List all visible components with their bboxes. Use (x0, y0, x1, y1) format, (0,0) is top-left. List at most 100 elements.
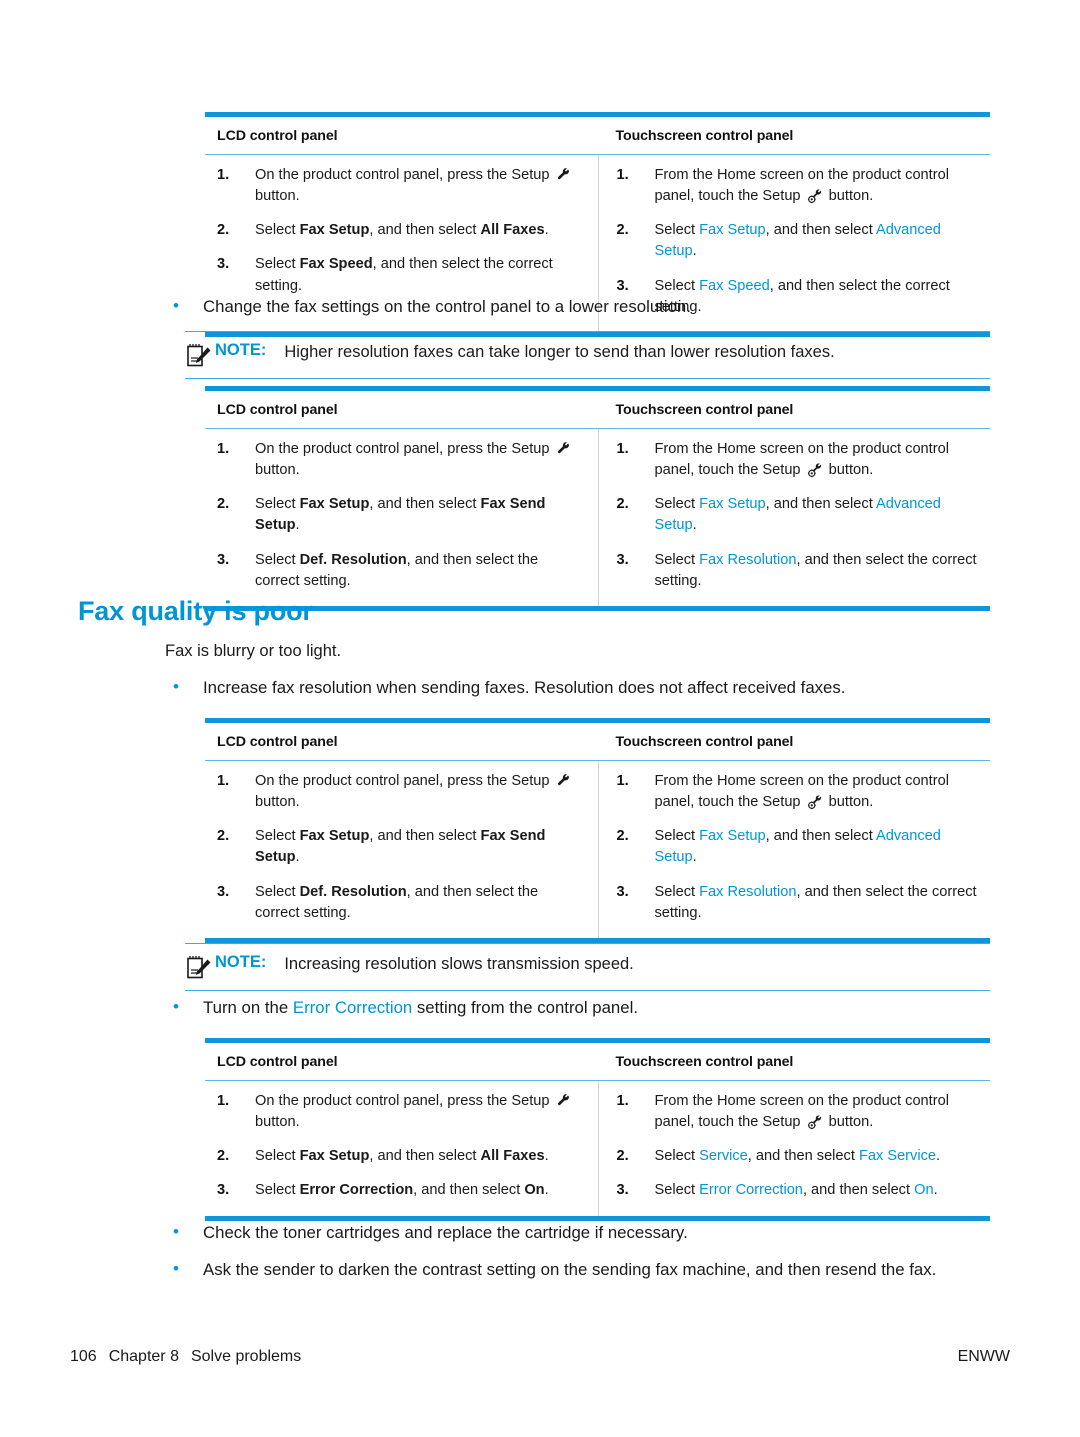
bullet-dot-icon: • (173, 1222, 179, 1241)
step-text: Select Fax Setup, and then select All Fa… (255, 222, 549, 239)
bullet-item-check-toner: • Check the toner cartridges and replace… (165, 1221, 995, 1244)
wrench-gear-icon (807, 1115, 821, 1130)
bullet-dot-icon: • (173, 296, 179, 315)
step-number: 2. (217, 1148, 230, 1165)
step-text: From the Home screen on the product cont… (654, 441, 949, 479)
step-text: On the product control panel, press the … (255, 439, 586, 481)
page-title-fax-quality: Fax quality is poor (78, 596, 313, 626)
step-item: 2. Select Service, and then select Fax S… (617, 1146, 979, 1167)
step-item: 2. Select Fax Setup, and then select All… (217, 220, 586, 241)
column-header-lcd: LCD control panel (217, 402, 338, 418)
step-item: 2. Select Fax Setup, and then select Fax… (217, 826, 586, 868)
notepad-pencil-icon (187, 344, 211, 367)
step-number: 2. (616, 1148, 629, 1165)
step-text: Select Fax Setup, and then select Advanc… (654, 222, 941, 260)
step-text: Select Fax Setup, and then select All Fa… (255, 1148, 549, 1165)
bullet-item-change-fax-settings: • Change the fax settings on the control… (165, 295, 995, 318)
intro-paragraph: Fax is blurry or too light. (165, 642, 342, 660)
table-body: 1. On the product control panel, press t… (205, 429, 990, 606)
step-number: 3. (616, 883, 629, 900)
bullet-item-darken-contrast: • Ask the sender to darken the contrast … (165, 1258, 1025, 1281)
step-number: 3. (217, 256, 230, 273)
bullet-item-error-correction: • Turn on the Error Correction setting f… (165, 996, 995, 1019)
note-box-transmission-speed: NOTE: Increasing resolution slows transm… (185, 943, 990, 991)
bullet-dot-icon: • (173, 997, 179, 1016)
step-item: 3. Select Def. Resolution, and then sele… (217, 882, 586, 924)
footer-page-number: 106 (70, 1348, 97, 1365)
wrench-icon (557, 168, 569, 180)
step-number: 3. (217, 1182, 230, 1199)
step-text: Select Fax Setup, and then select Fax Se… (255, 828, 546, 866)
lcd-steps-column: 1. On the product control panel, press t… (205, 429, 598, 606)
step-item: 1. From the Home screen on the product c… (617, 439, 979, 481)
step-number: 3. (616, 277, 629, 294)
note-label: NOTE: (215, 341, 267, 359)
column-header-touchscreen: Touchscreen control panel (615, 402, 794, 418)
bullet-label: Increase fax resolution when sending fax… (203, 678, 846, 697)
bullet-label: Change the fax settings on the control p… (203, 297, 691, 316)
step-item: 2. Select Fax Setup, and then select Adv… (617, 826, 979, 868)
note-label: NOTE: (215, 953, 267, 971)
step-text: From the Home screen on the product cont… (654, 773, 949, 811)
note-text: Increasing resolution slows transmission… (284, 955, 634, 973)
step-item: 1. On the product control panel, press t… (217, 771, 586, 813)
step-number: 2. (217, 828, 230, 845)
bullet-label: Ask the sender to darken the contrast se… (203, 1260, 937, 1279)
note-box-resolution-speed: NOTE: Higher resolution faxes can take l… (185, 331, 990, 379)
step-number: 1. (616, 1093, 629, 1109)
step-text: From the Home screen on the product cont… (654, 167, 949, 205)
bullet-link-error-correction: Error Correction (292, 998, 413, 1017)
footer-left-group: 106 Chapter 8 Solve problems (70, 1348, 301, 1366)
column-header-touchscreen: Touchscreen control panel (615, 734, 794, 750)
step-item: 2. Select Fax Setup, and then select Fax… (217, 494, 586, 536)
step-number: 2. (616, 222, 629, 239)
step-number: 3. (217, 551, 230, 568)
note-text: Higher resolution faxes can take longer … (284, 343, 835, 361)
step-number: 2. (217, 496, 230, 513)
step-number: 1. (616, 441, 629, 457)
step-item: 1. On the product control panel, press t… (217, 1091, 586, 1133)
table-header-row: LCD control panel Touchscreen control pa… (205, 723, 990, 761)
step-number: 1. (217, 1093, 230, 1109)
step-item: 3. Select Fax Speed, and then select the… (217, 254, 586, 296)
step-number: 1. (616, 167, 629, 183)
step-text: Select Def. Resolution, and then select … (255, 883, 539, 921)
bullet-dot-icon: • (173, 1259, 179, 1278)
table-header-row: LCD control panel Touchscreen control pa… (205, 391, 990, 429)
wrench-icon (557, 774, 569, 786)
step-text: On the product control panel, press the … (255, 771, 586, 813)
step-number: 1. (616, 773, 629, 789)
step-number: 2. (217, 222, 230, 239)
step-item: 3. Select Fax Resolution, and then selec… (617, 550, 979, 592)
control-panel-table-2: LCD control panel Touchscreen control pa… (205, 386, 990, 611)
control-panel-table-3: LCD control panel Touchscreen control pa… (205, 718, 990, 943)
step-text: Select Fax Setup, and then select Advanc… (654, 828, 941, 866)
lcd-steps-column: 1. On the product control panel, press t… (205, 1081, 598, 1216)
bullet-label: Turn on the Error Correction setting fro… (203, 996, 995, 1019)
touchscreen-steps-column: 1. From the Home screen on the product c… (597, 1081, 991, 1216)
bullet-text-before: Turn on the (203, 998, 293, 1017)
table-body: 1. On the product control panel, press t… (205, 761, 990, 938)
table-header-row: LCD control panel Touchscreen control pa… (205, 117, 990, 155)
step-text: On the product control panel, press the … (255, 1091, 586, 1133)
step-text: Select Fax Resolution, and then select t… (654, 883, 977, 921)
step-text: Select Error Correction, and then select… (654, 1182, 938, 1199)
wrench-gear-icon (807, 463, 821, 478)
wrench-gear-icon (807, 795, 821, 810)
wrench-icon (557, 442, 569, 454)
column-header-lcd: LCD control panel (217, 734, 338, 750)
column-header-touchscreen: Touchscreen control panel (615, 1054, 794, 1070)
touchscreen-steps-column: 1. From the Home screen on the product c… (597, 761, 991, 938)
column-header-lcd: LCD control panel (217, 1054, 338, 1070)
step-number: 2. (616, 828, 629, 845)
step-text: Select Error Correction, and then select… (255, 1182, 549, 1199)
control-panel-table-4: LCD control panel Touchscreen control pa… (205, 1038, 990, 1221)
step-text: Select Fax Setup, and then select Fax Se… (255, 496, 546, 534)
page-footer: 106 Chapter 8 Solve problems ENWW (70, 1348, 1010, 1366)
step-number: 2. (616, 496, 629, 513)
step-item: 3. Select Error Correction, and then sel… (617, 1180, 979, 1201)
step-item: 2. Select Fax Setup, and then select All… (217, 1146, 586, 1167)
notepad-pencil-icon (187, 956, 211, 979)
step-number: 1. (217, 441, 230, 457)
wrench-gear-icon (807, 189, 821, 204)
